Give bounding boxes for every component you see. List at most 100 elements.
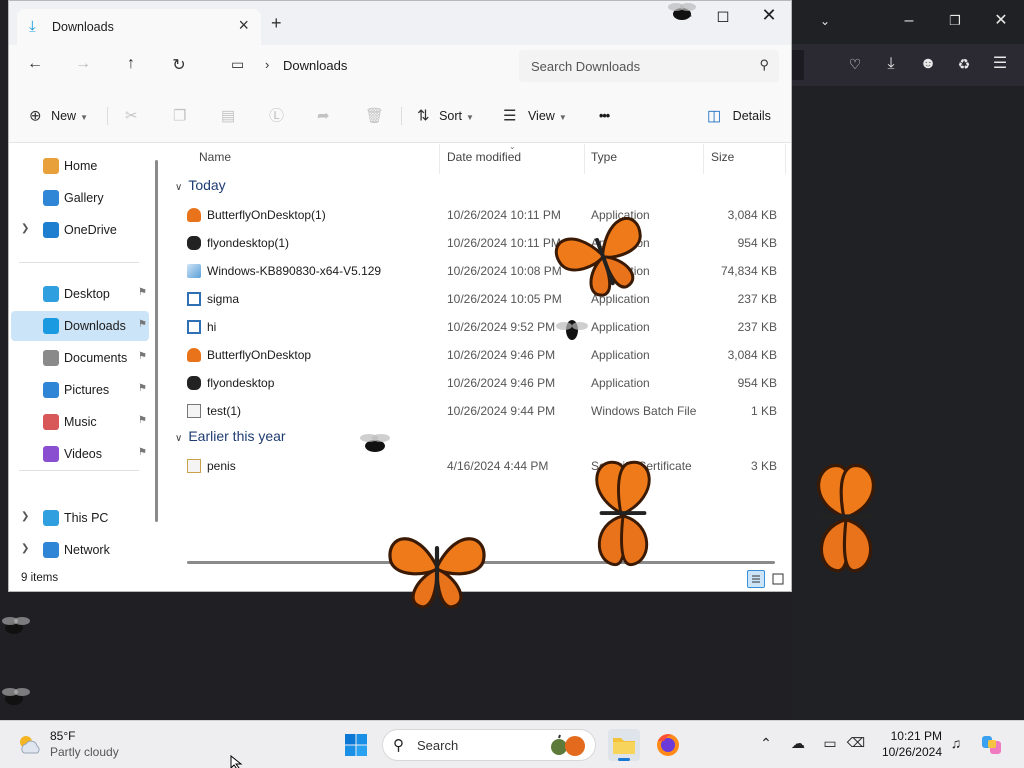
browser-titlebar: ⌄ – ❐ ✕	[792, 0, 1024, 44]
group-header[interactable]: ∨ Earlier this year	[175, 428, 286, 444]
downloads-icon[interactable]: ⤓	[880, 53, 902, 75]
breadcrumb[interactable]: Downloads	[283, 58, 347, 73]
tab-downloads[interactable]: ⤓ Downloads ×	[17, 9, 261, 45]
sidebar-item-pictures[interactable]: Pictures ⚑	[11, 375, 149, 405]
column-divider[interactable]	[703, 144, 704, 174]
share-button[interactable]: ➦	[317, 105, 330, 127]
sidebar-item-documents[interactable]: Documents ⚑	[11, 343, 149, 373]
file-date: 10/26/2024 10:05 PM	[447, 292, 562, 306]
weather-description: Partly cloudy	[50, 745, 119, 759]
new-tab-button[interactable]: +	[271, 13, 282, 34]
firefox-taskbar-button[interactable]	[652, 729, 684, 761]
account-icon[interactable]: ☻	[917, 53, 939, 75]
windows-start-icon[interactable]	[344, 733, 368, 757]
chevron-up-icon[interactable]: ⌃	[756, 735, 776, 752]
item-count: 9 items	[21, 572, 59, 584]
sidebar-item-network[interactable]: ❯ Network	[11, 535, 149, 565]
column-header-size[interactable]: Size	[711, 150, 734, 174]
refresh-button[interactable]: ↻	[167, 55, 191, 77]
cut-button[interactable]: ✂	[125, 105, 138, 127]
clock[interactable]: 10:21 PM 10/26/2024	[872, 729, 942, 761]
group-header[interactable]: ∨ Today	[175, 177, 226, 193]
pocket-icon[interactable]: ♡	[844, 53, 866, 75]
vertical-scrollbar[interactable]	[155, 160, 158, 522]
file-row[interactable]: flyondesktop 10/26/2024 9:46 PM Applicatio…	[167, 369, 787, 397]
volume-muted-icon[interactable]: ⌫	[846, 735, 866, 751]
file-name: penis	[207, 459, 236, 473]
file-row[interactable]: ButterflyOnDesktop 10/26/2024 9:46 PM Appl…	[167, 341, 787, 369]
file-row[interactable]: Windows-KB890830-x64-V5.129 10/26/2024 10…	[167, 257, 787, 285]
view-button[interactable]: ☰ View ▼	[503, 105, 567, 127]
tab-list-chevron-icon[interactable]: ⌄	[814, 10, 836, 32]
maximize-button[interactable]: ◻	[713, 6, 733, 26]
sidebar-item-music[interactable]: Music ⚑	[11, 407, 149, 437]
browser-url-bar[interactable]	[792, 50, 804, 80]
sidebar-item-onedrive[interactable]: ❯ OneDrive	[11, 215, 149, 245]
sidebar-item-desktop[interactable]: Desktop ⚑	[11, 279, 149, 309]
details-view-button[interactable]	[747, 570, 765, 588]
sidebar-item-home[interactable]: Home	[11, 151, 149, 181]
more-options-button[interactable]: •••	[599, 105, 610, 127]
sidebar-item-this-pc[interactable]: ❯ This PC	[11, 503, 149, 533]
file-row[interactable]: test(1) 10/26/2024 9:44 PM Windows Batch F…	[167, 397, 787, 425]
chevron-right-icon[interactable]: ❯	[21, 223, 29, 234]
menu-icon[interactable]: ☰	[989, 53, 1011, 75]
column-header-type[interactable]: Type	[591, 150, 617, 174]
taskbar-search[interactable]: ⚲ Search	[382, 729, 596, 761]
column-header-name[interactable]: Name	[199, 150, 231, 174]
file-row[interactable]: ButterflyOnDesktop(1) 10/26/2024 10:11 PM…	[167, 201, 787, 229]
details-button[interactable]: ◫ Details	[707, 105, 771, 127]
browser-close-button[interactable]: ✕	[990, 10, 1012, 32]
sidebar-item-label: Documents	[64, 351, 128, 365]
view-label: View	[527, 109, 555, 123]
sidebar-item-label: Network	[64, 543, 110, 557]
address-bar[interactable]: ▭ › Downloads	[219, 50, 509, 82]
file-row[interactable]: sigma 10/26/2024 10:05 PM Application 237 K…	[167, 285, 787, 313]
onedrive-offline-icon[interactable]: ☁	[788, 735, 808, 752]
chevron-right-icon[interactable]: ❯	[21, 511, 29, 522]
column-header-date[interactable]: Date modified	[447, 150, 521, 174]
file-size: 3,084 KB	[727, 208, 777, 222]
tiles-view-button[interactable]	[769, 570, 787, 588]
back-button[interactable]: ←	[23, 55, 47, 77]
file-name: ButterflyOnDesktop(1)	[207, 208, 326, 222]
pin-icon: ⚑	[138, 383, 147, 394]
search-box[interactable]: Search Downloads ⚲	[519, 50, 779, 82]
network-icon	[43, 542, 59, 558]
file-row[interactable]: flyondesktop(1)10/26/2024 10:11 PMApplic…	[167, 229, 787, 257]
display-icon[interactable]: ▭	[820, 735, 840, 752]
details-label: Details	[732, 109, 771, 123]
tab-close-button[interactable]: ×	[238, 15, 249, 36]
paste-button[interactable]: ▤	[221, 105, 235, 127]
up-button[interactable]: ↑	[119, 55, 143, 77]
file-row[interactable]: hi 10/26/2024 9:52 PM Application 237 KB	[167, 313, 787, 341]
new-button[interactable]: ⊕ New ▼	[29, 105, 88, 127]
sidebar-item-videos[interactable]: Videos ⚑	[11, 439, 149, 469]
delete-button[interactable]: 🗑	[365, 105, 384, 127]
sidebar-item-downloads[interactable]: Downloads ⚑	[11, 311, 149, 341]
copilot-icon[interactable]	[980, 733, 1004, 757]
file-explorer-taskbar-button[interactable]	[608, 729, 640, 761]
close-button[interactable]: ✕	[759, 5, 779, 26]
rename-button[interactable]: Ⓛ	[269, 105, 284, 127]
sidebar-item-gallery[interactable]: Gallery	[11, 183, 149, 213]
browser-minimize-button[interactable]: –	[898, 10, 920, 32]
chevron-down-icon: ∨	[175, 182, 183, 193]
copy-button[interactable]: ❐	[173, 105, 186, 127]
chevron-right-icon[interactable]: ❯	[21, 543, 29, 554]
file-size: 237 KB	[737, 292, 777, 306]
browser-restore-button[interactable]: ❐	[944, 10, 966, 32]
chevron-right-icon[interactable]: ›	[265, 57, 269, 72]
notification-bell-icon[interactable]: ♫	[946, 735, 966, 751]
column-divider[interactable]	[785, 144, 786, 174]
column-divider[interactable]	[439, 144, 440, 174]
folder-icon	[613, 738, 635, 761]
extensions-icon[interactable]: ♻	[953, 53, 975, 75]
column-divider[interactable]	[584, 144, 585, 174]
sort-button[interactable]: ⇅ Sort ▼	[417, 105, 474, 127]
file-row[interactable]: penis4/16/2024 4:44 PMSecurity Certifica…	[167, 452, 787, 480]
forward-button[interactable]: →	[71, 55, 95, 77]
documents-icon	[43, 350, 59, 366]
file-size: 954 KB	[737, 376, 777, 390]
firefox-icon	[657, 734, 679, 756]
